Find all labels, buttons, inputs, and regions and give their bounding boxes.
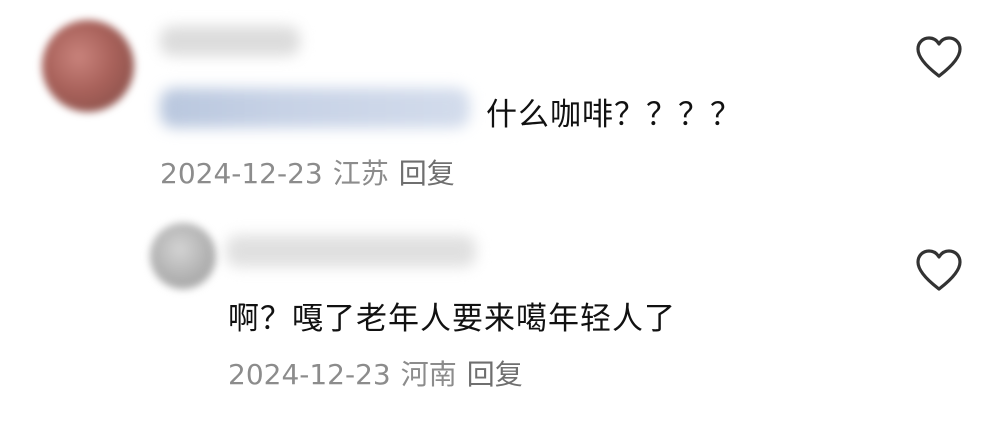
- reply-button[interactable]: 回复: [467, 353, 523, 393]
- comment-text: 啊？嘎了老年人要来噶年轻人了: [228, 301, 676, 337]
- mention-redacted[interactable]: [160, 88, 470, 128]
- avatar[interactable]: [150, 223, 216, 289]
- comment-meta: 2024-12-23 江苏 回复: [160, 152, 455, 192]
- comment-date: 2024-12-23: [160, 157, 323, 190]
- comment-item: 什么咖啡？？？？ 2024-12-23 江苏 回复: [0, 0, 1006, 205]
- avatar[interactable]: [42, 20, 134, 112]
- comment-location: 江苏: [332, 157, 389, 190]
- username-redacted[interactable]: [160, 26, 300, 56]
- username-redacted[interactable]: [226, 235, 476, 267]
- heart-outline-icon[interactable]: [914, 247, 964, 293]
- comment-text: 什么咖啡？？？？: [486, 97, 742, 133]
- comment-date: 2024-12-23: [228, 358, 391, 391]
- reply-comment-item: 啊？嘎了老年人要来噶年轻人了 2024-12-23 河南 回复: [0, 205, 1006, 425]
- reply-button[interactable]: 回复: [399, 152, 455, 192]
- heart-outline-icon[interactable]: [914, 34, 964, 80]
- comment-location: 河南: [400, 358, 457, 391]
- comment-meta: 2024-12-23 河南 回复: [228, 353, 523, 393]
